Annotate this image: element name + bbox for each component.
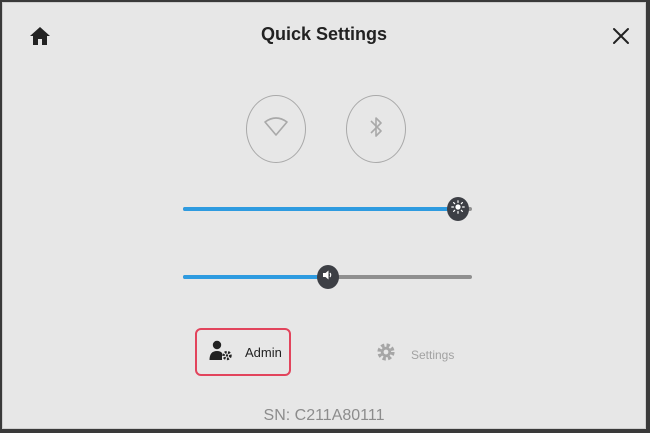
serial-number: SN: C211A80111: [263, 407, 385, 424]
quick-settings-panel: Quick Settings Admin Settings SN: C211A8…: [2, 2, 646, 429]
user-gear-icon: [209, 339, 233, 366]
wifi-toggle-button[interactable]: [246, 95, 306, 163]
brightness-slider-handle[interactable]: [446, 197, 469, 221]
volume-slider-handle[interactable]: [316, 265, 339, 289]
brightness-icon: [450, 199, 465, 219]
wifi-icon: [262, 115, 290, 144]
settings-label: Settings: [411, 347, 455, 362]
bluetooth-icon: [368, 114, 384, 145]
brightness-slider-fill: [183, 207, 458, 211]
volume-icon: [322, 268, 334, 286]
gear-icon: [375, 341, 397, 368]
close-icon[interactable]: [609, 24, 633, 48]
admin-label: Admin: [245, 344, 282, 360]
bluetooth-toggle-button[interactable]: [346, 95, 406, 163]
admin-button[interactable]: Admin: [195, 328, 291, 376]
page-title: Quick Settings: [260, 24, 388, 44]
volume-slider-fill: [183, 275, 328, 279]
brightness-slider[interactable]: [183, 197, 472, 221]
settings-button[interactable]: Settings: [375, 341, 454, 368]
volume-slider[interactable]: [183, 265, 472, 289]
